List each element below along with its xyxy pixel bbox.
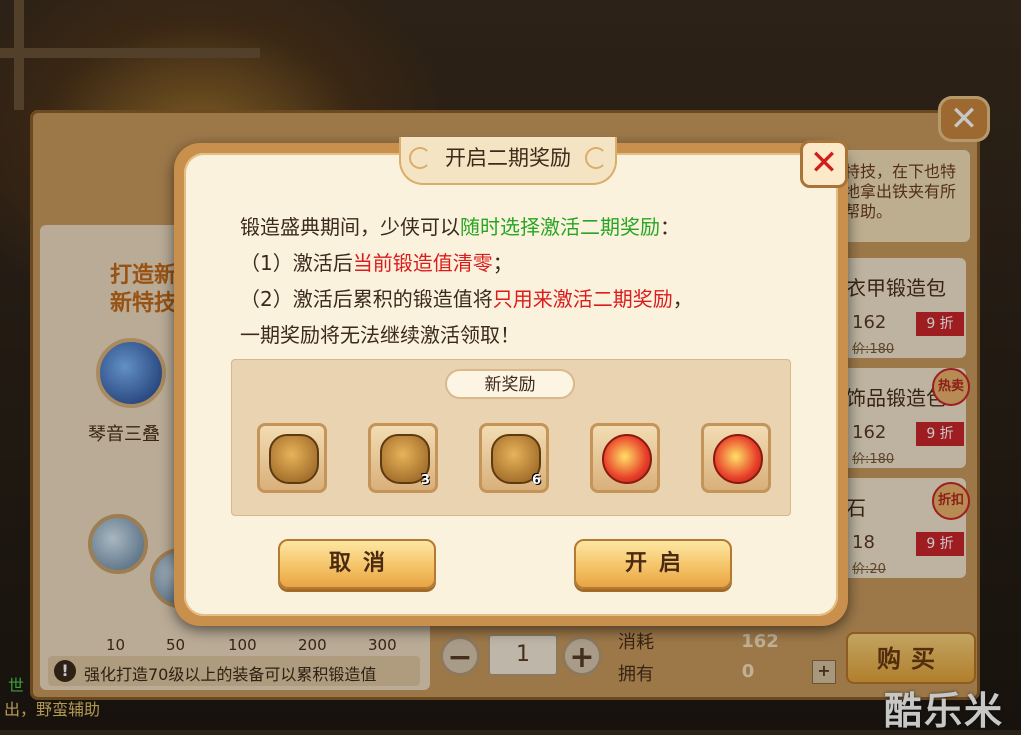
reward-slot[interactable]: 6 (479, 423, 549, 493)
message-highlight: 只用来激活二期奖励 (492, 287, 673, 311)
message-text: ： (660, 215, 680, 239)
swirl-ornament-icon (585, 147, 607, 169)
message-text: （1）激活后 (240, 251, 353, 275)
dialog-title: 开启二期奖励 (445, 146, 571, 170)
message-highlight: 随时选择激活二期奖励 (460, 215, 660, 239)
dialog-title-tab: 开启二期奖励 (399, 137, 617, 185)
message-text: 锻造盛典期间，少侠可以 (240, 215, 460, 239)
reward-label: 新奖励 (445, 369, 575, 399)
message-text: ； (492, 251, 513, 275)
close-button[interactable]: ✕ (800, 140, 848, 188)
reward-slot[interactable]: 3 (368, 423, 438, 493)
reward-count: 6 (531, 473, 541, 488)
gift-bag-icon (602, 434, 652, 484)
cancel-button[interactable]: 取消 (278, 539, 436, 589)
reward-slot[interactable] (590, 423, 660, 493)
reward-count: 3 (420, 473, 430, 488)
reward-slot[interactable] (701, 423, 771, 493)
message-highlight: 当前锻造值清零 (352, 251, 493, 275)
swirl-ornament-icon (409, 147, 431, 169)
forge-pouch-icon (269, 434, 319, 484)
dialog-message-line: （2）激活后累积的锻造值将只用来激活二期奖励， (240, 283, 693, 312)
gift-bag-icon (713, 434, 763, 484)
message-text: （2）激活后累积的锻造值将 (240, 287, 493, 311)
dialog-message-line: 锻造盛典期间，少侠可以随时选择激活二期奖励： (240, 211, 680, 240)
new-reward-box: 新奖励 3 6 (231, 359, 791, 516)
dialog-message-line: （1）激活后当前锻造值清零； (240, 247, 513, 276)
message-text: 一期奖励将无法继续激活领取！ (240, 323, 520, 347)
dialog-message-line: 一期奖励将无法继续激活领取！ (240, 319, 520, 348)
confirm-open-button[interactable]: 开启 (574, 539, 732, 589)
message-text: ， (672, 287, 693, 311)
reward-slot[interactable] (257, 423, 327, 493)
